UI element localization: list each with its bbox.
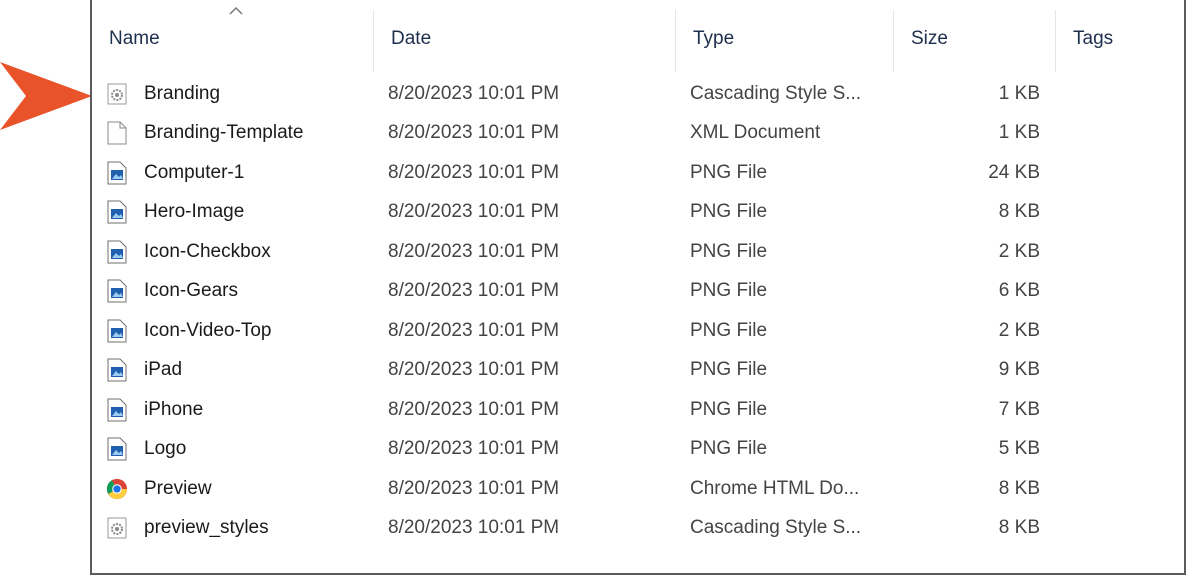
file-date: 8/20/2023 10:01 PM bbox=[388, 517, 560, 539]
file-name: iPad bbox=[144, 359, 183, 381]
css-gear-icon bbox=[106, 82, 128, 106]
file-row[interactable]: Icon-Video-Top 8/20/2023 10:01 PM PNG Fi… bbox=[92, 311, 1184, 351]
file-name-cell: Icon-Video-Top bbox=[106, 311, 271, 351]
file-name: Preview bbox=[144, 477, 212, 499]
file-type: PNG File bbox=[690, 201, 768, 223]
file-row[interactable]: Computer-1 8/20/2023 10:01 PM PNG File 2… bbox=[92, 153, 1184, 193]
file-size: 7 KB bbox=[998, 398, 1040, 420]
image-file-icon bbox=[106, 161, 128, 185]
file-name: Icon-Video-Top bbox=[144, 319, 272, 341]
file-size: 8 KB bbox=[998, 201, 1040, 223]
file-name: Branding bbox=[144, 82, 221, 104]
file-name-cell: iPad bbox=[106, 351, 182, 391]
file-name-cell: iPhone bbox=[106, 390, 203, 430]
file-name-cell: preview_styles bbox=[106, 509, 269, 549]
column-header-date[interactable]: Date bbox=[374, 0, 676, 78]
file-type: PNG File bbox=[690, 319, 768, 341]
file-size: 6 KB bbox=[998, 280, 1040, 302]
image-file-icon bbox=[106, 437, 128, 461]
file-type: Cascading Style S... bbox=[690, 517, 862, 539]
file-name: Hero-Image bbox=[144, 201, 245, 223]
file-name: Logo bbox=[144, 438, 187, 460]
file-size: 24 KB bbox=[988, 161, 1040, 183]
file-type: XML Document bbox=[690, 122, 821, 144]
file-date: 8/20/2023 10:01 PM bbox=[388, 82, 560, 104]
file-size: 1 KB bbox=[998, 82, 1040, 104]
file-date: 8/20/2023 10:01 PM bbox=[388, 438, 560, 460]
file-size: 8 KB bbox=[998, 517, 1040, 539]
file-date: 8/20/2023 10:01 PM bbox=[388, 280, 560, 302]
file-date: 8/20/2023 10:01 PM bbox=[388, 161, 560, 183]
column-header-size[interactable]: Size bbox=[894, 0, 1056, 78]
file-type: PNG File bbox=[690, 359, 768, 381]
chrome-icon bbox=[106, 477, 128, 501]
file-list-pane: Name Date Type Size Tags Branding 8/20/2… bbox=[90, 0, 1186, 575]
file-date: 8/20/2023 10:01 PM bbox=[388, 122, 560, 144]
file-size: 8 KB bbox=[998, 477, 1040, 499]
file-size: 2 KB bbox=[998, 240, 1040, 262]
image-file-icon bbox=[106, 200, 128, 224]
image-file-icon bbox=[106, 279, 128, 303]
file-type: Cascading Style S... bbox=[690, 82, 862, 104]
file-row[interactable]: Icon-Checkbox 8/20/2023 10:01 PM PNG Fil… bbox=[92, 232, 1184, 272]
file-name: Icon-Gears bbox=[144, 280, 238, 302]
file-row[interactable]: preview_styles 8/20/2023 10:01 PM Cascad… bbox=[92, 509, 1184, 549]
file-name: iPhone bbox=[144, 398, 204, 420]
file-row[interactable]: Hero-Image 8/20/2023 10:01 PM PNG File 8… bbox=[92, 193, 1184, 233]
file-date: 8/20/2023 10:01 PM bbox=[388, 240, 560, 262]
file-date: 8/20/2023 10:01 PM bbox=[388, 359, 560, 381]
file-size: 1 KB bbox=[998, 122, 1040, 144]
file-name: Icon-Checkbox bbox=[144, 240, 271, 262]
file-date: 8/20/2023 10:01 PM bbox=[388, 201, 560, 223]
image-file-icon bbox=[106, 398, 128, 422]
column-header-type[interactable]: Type bbox=[676, 0, 894, 78]
file-name-cell: Icon-Gears bbox=[106, 272, 238, 312]
file-name-cell: Icon-Checkbox bbox=[106, 232, 271, 272]
image-file-icon bbox=[106, 319, 128, 343]
blank-document-icon bbox=[106, 121, 128, 145]
file-rows: Branding 8/20/2023 10:01 PM Cascading St… bbox=[92, 74, 1184, 548]
file-date: 8/20/2023 10:01 PM bbox=[388, 477, 560, 499]
file-date: 8/20/2023 10:01 PM bbox=[388, 398, 560, 420]
pointer-arrow-icon bbox=[0, 62, 92, 130]
file-name: Branding-Template bbox=[144, 122, 304, 144]
file-date: 8/20/2023 10:01 PM bbox=[388, 319, 560, 341]
file-type: PNG File bbox=[690, 280, 768, 302]
file-size: 9 KB bbox=[998, 359, 1040, 381]
column-header-name[interactable]: Name bbox=[92, 0, 374, 78]
image-file-icon bbox=[106, 358, 128, 382]
file-type: Chrome HTML Do... bbox=[690, 477, 860, 499]
column-header-row: Name Date Type Size Tags bbox=[92, 0, 1184, 78]
file-name-cell: Branding bbox=[106, 74, 220, 114]
file-name-cell: Logo bbox=[106, 430, 186, 470]
file-name-cell: Hero-Image bbox=[106, 193, 244, 233]
file-type: PNG File bbox=[690, 161, 768, 183]
file-name: Computer-1 bbox=[144, 161, 245, 183]
file-row[interactable]: Preview 8/20/2023 10:01 PM Chrome HTML D… bbox=[92, 469, 1184, 509]
file-row[interactable]: Branding 8/20/2023 10:01 PM Cascading St… bbox=[92, 74, 1184, 114]
file-type: PNG File bbox=[690, 398, 768, 420]
file-row[interactable]: Logo 8/20/2023 10:01 PM PNG File 5 KB bbox=[92, 430, 1184, 470]
column-header-tags[interactable]: Tags bbox=[1056, 0, 1184, 78]
file-type: PNG File bbox=[690, 438, 768, 460]
file-type: PNG File bbox=[690, 240, 768, 262]
file-name: preview_styles bbox=[144, 517, 269, 539]
file-row[interactable]: iPad 8/20/2023 10:01 PM PNG File 9 KB bbox=[92, 351, 1184, 391]
file-size: 2 KB bbox=[998, 319, 1040, 341]
file-row[interactable]: Branding-Template 8/20/2023 10:01 PM XML… bbox=[92, 114, 1184, 154]
file-name-cell: Preview bbox=[106, 469, 212, 509]
file-size: 5 KB bbox=[998, 438, 1040, 460]
file-row[interactable]: iPhone 8/20/2023 10:01 PM PNG File 7 KB bbox=[92, 390, 1184, 430]
css-gear-icon bbox=[106, 516, 128, 540]
file-name-cell: Branding-Template bbox=[106, 114, 303, 154]
file-row[interactable]: Icon-Gears 8/20/2023 10:01 PM PNG File 6… bbox=[92, 272, 1184, 312]
image-file-icon bbox=[106, 240, 128, 264]
file-name-cell: Computer-1 bbox=[106, 153, 244, 193]
